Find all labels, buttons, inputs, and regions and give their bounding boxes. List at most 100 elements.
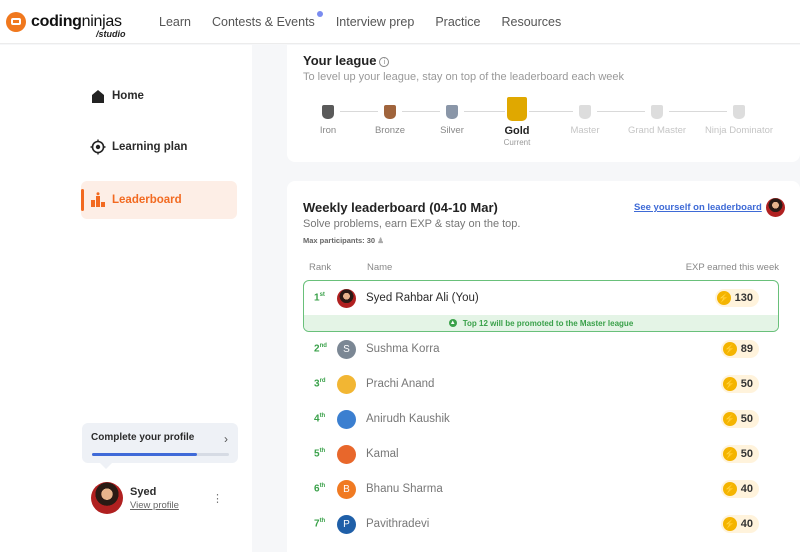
complete-profile-card[interactable]: Complete your profile › (82, 423, 238, 469)
nav-links: Learn Contests & Events Interview prep P… (159, 10, 582, 29)
tier-ninja-dominator: Ninja Dominator (694, 105, 784, 136)
sidebar-item-label: Home (112, 90, 144, 102)
target-icon (89, 138, 107, 156)
lightning-icon: ⚡ (722, 482, 737, 496)
brand-name-bold: coding (31, 12, 82, 30)
sidebar-item-learning-plan[interactable]: Learning plan (81, 128, 237, 166)
rank: 6th (314, 483, 326, 495)
league-card: Your league i To level up your league, st… (287, 45, 800, 162)
top-navbar: codingninjas /studio Learn Contests & Ev… (0, 0, 800, 44)
sidebar-item-home[interactable]: Home (81, 77, 237, 115)
exp-badge: ⚡ 130 (714, 289, 759, 307)
tier-label: Grand Master (627, 125, 687, 136)
user-profile: Syed View profile ⋮ (91, 482, 231, 514)
exp-badge: ⚡ 89 (720, 340, 759, 358)
profile-progress-bar (92, 453, 229, 456)
table-row[interactable]: 3rd Prachi Anand ⚡ 50 (303, 366, 779, 402)
arrow-up-icon: ▲ (448, 319, 457, 327)
nav-contests[interactable]: Contests & Events (211, 10, 323, 29)
max-participants: Max participants: 30 ♟ (303, 236, 384, 245)
see-yourself-link[interactable]: See yourself on leaderboard (634, 202, 762, 213)
lightning-icon: ⚡ (722, 447, 737, 461)
leaderboard-subtitle: Solve problems, earn EXP & stay on the t… (303, 218, 521, 230)
tier-caption: Current (503, 138, 531, 147)
avatar (337, 444, 356, 464)
rank: 3rd (314, 378, 326, 390)
league-subtitle: To level up your league, stay on top of … (303, 71, 625, 83)
table-row[interactable]: 5th Kamal ⚡ 50 (303, 436, 779, 472)
badge-icon (446, 105, 458, 119)
tier-grand-master: Grand Master (612, 105, 702, 136)
sidebar-item-leaderboard[interactable]: Leaderboard (81, 181, 237, 219)
avatar (337, 288, 356, 308)
exp-badge: ⚡ 40 (720, 480, 759, 498)
more-options-icon[interactable]: ⋮ (212, 492, 223, 505)
lightning-icon: ⚡ (722, 412, 737, 426)
sidebar: Home Learning plan Leaderboard Complete … (0, 45, 252, 552)
user-name: Bhanu Sharma (366, 483, 443, 495)
lock-icon (579, 105, 591, 119)
lightning-icon: ⚡ (716, 291, 731, 305)
column-header-exp: EXP earned this week (685, 262, 779, 273)
avatar (766, 198, 785, 217)
rank: 5th (314, 448, 326, 460)
table-row[interactable]: 2nd S Sushma Korra ⚡ 89 (303, 331, 779, 367)
rank: 2nd (314, 343, 327, 355)
nav-interview-prep[interactable]: Interview prep (336, 15, 415, 29)
lock-icon (651, 105, 663, 119)
leaderboard-icon (89, 191, 107, 209)
promotion-banner: ▲ Top 12 will be promoted to the Master l… (304, 315, 778, 331)
logo-icon (6, 11, 26, 32)
column-header-rank: Rank (309, 262, 332, 273)
current-user-row[interactable]: 1st Syed Rahbar Ali (You) ⚡ 130 ▲ Top 12 w… (303, 280, 779, 332)
lock-icon (733, 105, 745, 119)
user-name: Syed (130, 485, 157, 498)
table-row[interactable]: 6th B Bhanu Sharma ⚡ 40 (303, 471, 779, 507)
rank: 1st (314, 292, 325, 304)
tier-label: Ninja Dominator (704, 125, 774, 136)
league-title: Your league i (303, 53, 390, 68)
view-profile-link[interactable]: View profile (130, 500, 179, 511)
avatar (337, 409, 356, 429)
table-row: 1st Syed Rahbar Ali (You) ⚡ 130 (304, 281, 778, 315)
complete-profile-title: Complete your profile (91, 432, 195, 443)
sidebar-item-label: Learning plan (112, 141, 188, 153)
users-icon: ♟ (377, 236, 384, 245)
notification-dot (316, 10, 323, 17)
user-name: Sushma Korra (366, 343, 440, 355)
avatar: S (337, 339, 356, 359)
nav-practice[interactable]: Practice (435, 15, 480, 29)
nav-learn[interactable]: Learn (159, 15, 191, 29)
exp-badge: ⚡ 50 (720, 410, 759, 428)
lightning-icon: ⚡ (722, 517, 737, 531)
brand-sub: /studio (96, 28, 126, 39)
badge-icon (384, 105, 396, 119)
brand-logo[interactable]: codingninjas /studio (6, 11, 156, 39)
info-icon[interactable]: i (379, 57, 390, 67)
exp-badge: ⚡ 40 (720, 515, 759, 533)
leaderboard-card: Weekly leaderboard (04-10 Mar) Solve pro… (287, 181, 800, 552)
table-row[interactable]: 7th P Pavithradevi ⚡ 40 (303, 506, 779, 542)
avatar[interactable] (91, 482, 123, 514)
avatar (337, 374, 356, 394)
home-icon (89, 87, 107, 105)
user-name: Kamal (366, 448, 399, 460)
profile-progress-fill (92, 453, 198, 456)
chevron-right-icon: › (224, 432, 228, 446)
rank: 7th (314, 518, 326, 530)
badge-icon (507, 97, 527, 121)
user-name: Pavithradevi (366, 518, 430, 530)
lightning-icon: ⚡ (722, 342, 737, 356)
leaderboard-title: Weekly leaderboard (04-10 Mar) (303, 200, 498, 215)
nav-resources[interactable]: Resources (501, 15, 561, 29)
nav-contests-label: Contests & Events (211, 14, 315, 29)
badge-icon (322, 105, 334, 119)
avatar: P (337, 514, 356, 534)
brand-name-light: ninjas (81, 12, 122, 30)
rank: 4th (314, 413, 326, 425)
user-name: Anirudh Kaushik (366, 413, 450, 425)
table-row[interactable]: 4th Anirudh Kaushik ⚡ 50 (303, 401, 779, 437)
exp-badge: ⚡ 50 (720, 445, 759, 463)
avatar: B (337, 479, 356, 499)
column-header-name: Name (367, 262, 393, 273)
